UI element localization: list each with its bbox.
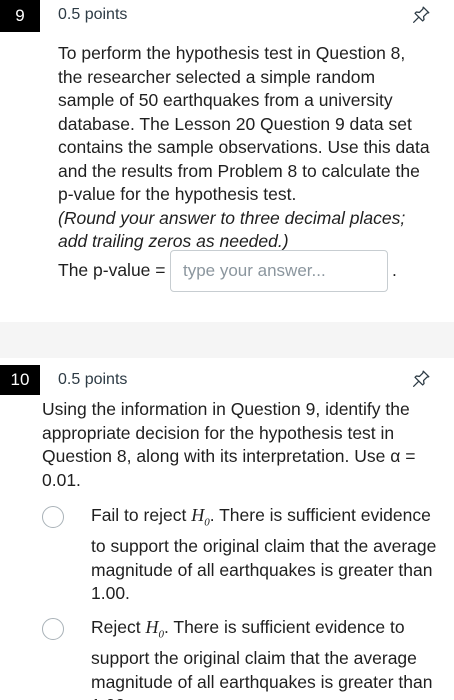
question-points: 0.5 points <box>58 371 128 388</box>
question-divider <box>0 322 454 358</box>
option-lead: Reject <box>91 617 146 637</box>
question-number-badge: 10 <box>0 365 40 395</box>
null-hypothesis-symbol: H0 <box>191 505 210 529</box>
quiz-page: 9 0.5 points To perform the hypothesis t… <box>0 0 454 700</box>
answer-row: The p-value = . <box>58 250 418 292</box>
option-lead: Fail to reject <box>91 505 192 525</box>
pin-icon[interactable] <box>410 4 432 26</box>
answer-label: The p-value = <box>58 260 166 280</box>
question-points: 0.5 points <box>58 6 128 23</box>
h-symbol: H <box>191 505 205 525</box>
question-text: Using the information in Question 9, ide… <box>42 399 416 490</box>
h-symbol: H <box>145 617 159 637</box>
question-9: 9 0.5 points To perform the hypothesis t… <box>0 0 454 322</box>
question-text: To perform the hypothesis test in Questi… <box>58 43 430 204</box>
option-label: Reject H0. There is sufficient evidence … <box>91 616 441 700</box>
question-prompt: To perform the hypothesis test in Questi… <box>58 42 430 254</box>
pin-icon[interactable] <box>410 368 432 390</box>
radio-button[interactable] <box>42 618 64 640</box>
null-hypothesis-symbol: H0 <box>145 617 164 641</box>
rounding-instruction: (Round your answer to three decimal plac… <box>58 207 406 252</box>
p-value-input[interactable] <box>170 250 388 292</box>
question-number-badge: 9 <box>0 0 40 32</box>
radio-button[interactable] <box>42 506 64 528</box>
option-label: Fail to reject H0. There is sufficient e… <box>91 504 441 606</box>
question-10: 10 0.5 points Using the information in Q… <box>0 358 454 700</box>
answer-suffix: . <box>392 260 397 280</box>
